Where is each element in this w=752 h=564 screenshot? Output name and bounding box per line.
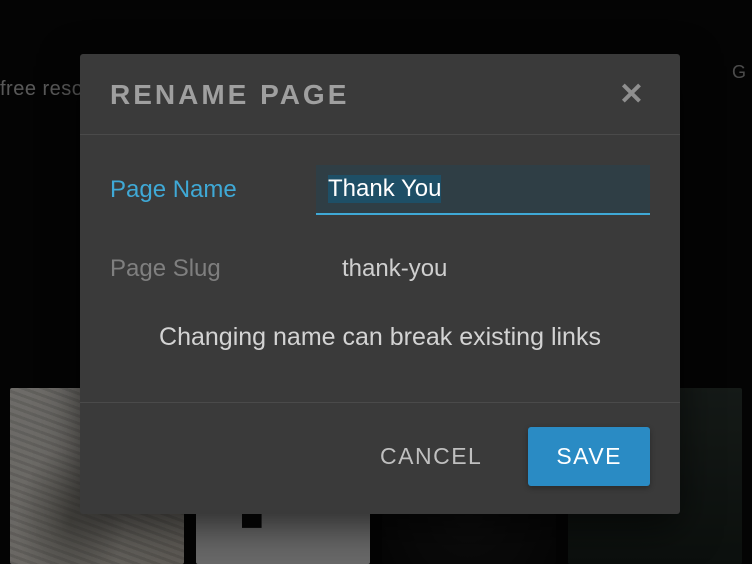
dialog-header: Rename Page ✕: [80, 54, 680, 135]
rename-page-dialog: Rename Page ✕ Page Name Page Slug thank-…: [80, 54, 680, 514]
field-row-page-name: Page Name: [110, 165, 650, 215]
close-button[interactable]: ✕: [613, 76, 650, 114]
dialog-footer: Cancel Save: [80, 402, 680, 514]
dialog-title: Rename Page: [110, 79, 349, 111]
field-row-page-slug: Page Slug thank-you: [110, 245, 650, 293]
page-slug-value: thank-you: [330, 245, 650, 293]
warning-text: Changing name can break existing links: [110, 323, 650, 352]
dialog-body: Page Name Page Slug thank-you Changing n…: [80, 135, 680, 402]
page-name-label: Page Name: [110, 176, 316, 204]
cancel-button[interactable]: Cancel: [352, 427, 510, 486]
page-name-input[interactable]: [316, 165, 650, 215]
save-button[interactable]: Save: [528, 427, 650, 486]
close-icon: ✕: [619, 78, 644, 111]
page-slug-label: Page Slug: [110, 255, 330, 283]
